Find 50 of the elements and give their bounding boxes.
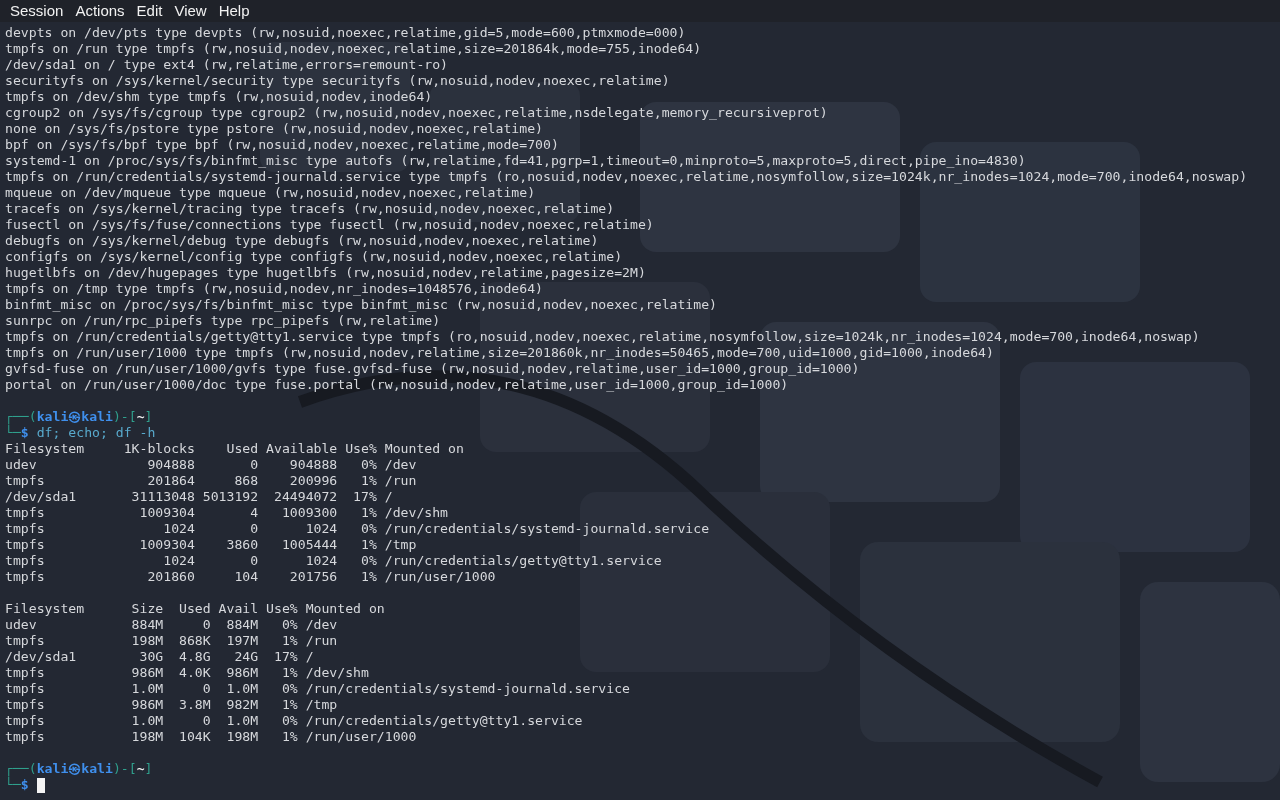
output-line: tmpfs 198M 868K 197M 1% /run	[5, 633, 338, 648]
prompt-line: ┌──(kali㉿kali)-[~]	[5, 761, 153, 777]
output-line: /dev/sda1 31113048 5013192 24494072 17% /	[5, 489, 393, 504]
output-line: gvfsd-fuse on /run/user/1000/gvfs type fuse.gvfsd-fuse (rw,nosuid,nodev,relatime,user_id=1000,group_id=1000)	[5, 361, 860, 376]
output-line: tmpfs 1009304 4 1009300 1% /dev/shm	[5, 505, 449, 520]
output-line: tmpfs 201864 868 200996 1% /run	[5, 473, 417, 488]
output-line: bpf on /sys/fs/bpf type bpf (rw,nosuid,nodev,noexec,relatime,mode=700)	[5, 137, 559, 152]
output-line: tmpfs on /dev/shm type tmpfs (rw,nosuid,nodev,inode64)	[5, 89, 433, 104]
output-line: debugfs on /sys/kernel/debug type debugfs (rw,nosuid,nodev,noexec,relatime)	[5, 233, 599, 248]
output-line: none on /sys/fs/pstore type pstore (rw,nosuid,nodev,noexec,relatime)	[5, 121, 543, 136]
output-line: Filesystem Size Used Avail Use% Mounted on	[5, 601, 385, 616]
output-line: sunrpc on /run/rpc_pipefs type rpc_pipefs (rw,relatime)	[5, 313, 441, 328]
command-line: └─$	[5, 777, 29, 793]
output-line: tmpfs on /run/user/1000 type tmpfs (rw,nosuid,nodev,relatime,size=201860k,nr_inodes=50465,mode=700,uid=1000,gid=1000,inode64)	[5, 345, 994, 360]
menu-item[interactable]: Actions	[69, 0, 131, 22]
output-line: binfmt_misc on /proc/sys/fs/binfmt_misc type binfmt_misc (rw,nosuid,nodev,noexec,relatime)	[5, 297, 718, 312]
output-line: tmpfs on /run/credentials/getty@tty1.service type tmpfs (ro,nosuid,nodev,noexec,relatime,nosymfollow,size=1024k,nr_inodes=1024,mode=700,inode64,noswap)	[5, 329, 1200, 344]
command-line: └─$ df; echo; df -h	[5, 425, 156, 441]
output-line: fusectl on /sys/fs/fuse/connections type fusectl (rw,nosuid,nodev,noexec,relatime)	[5, 217, 654, 232]
output-line: tmpfs 1.0M 0 1.0M 0% /run/credentials/systemd-journald.service	[5, 681, 630, 696]
output-line: tracefs on /sys/kernel/tracing type tracefs (rw,nosuid,nodev,noexec,relatime)	[5, 201, 615, 216]
menu-item[interactable]: Help	[212, 0, 256, 22]
menu-item[interactable]: Edit	[130, 0, 169, 22]
output-line: tmpfs 986M 3.8M 982M 1% /tmp	[5, 697, 338, 712]
output-line: cgroup2 on /sys/fs/cgroup type cgroup2 (rw,nosuid,nodev,noexec,relatime,nsdelegate,memory_recursiveprot)	[5, 105, 828, 120]
output-line: tmpfs 1009304 3860 1005444 1% /tmp	[5, 537, 417, 552]
output-line: hugetlbfs on /dev/hugepages type hugetlbfs (rw,nosuid,nodev,relatime,pagesize=2M)	[5, 265, 646, 280]
prompt-line: ┌──(kali㉿kali)-[~]	[5, 409, 153, 425]
output-line: tmpfs 1.0M 0 1.0M 0% /run/credentials/getty@tty1.service	[5, 713, 583, 728]
output-line: /dev/sda1 on / type ext4 (rw,relatime,errors=remount-ro)	[5, 57, 449, 72]
menu-item[interactable]: Session	[4, 0, 70, 22]
output-line: devpts on /dev/pts type devpts (rw,nosuid,noexec,relatime,gid=5,mode=600,ptmxmode=000)	[5, 25, 686, 40]
output-line: mqueue on /dev/mqueue type mqueue (rw,nosuid,nodev,noexec,relatime)	[5, 185, 536, 200]
output-line: /dev/sda1 30G 4.8G 24G 17% /	[5, 649, 314, 664]
output-line: securityfs on /sys/kernel/security type securityfs (rw,nosuid,nodev,noexec,relatime)	[5, 73, 670, 88]
output-line: tmpfs on /tmp type tmpfs (rw,nosuid,nodev,nr_inodes=1048576,inode64)	[5, 281, 543, 296]
output-line: tmpfs on /run/credentials/systemd-journald.service type tmpfs (ro,nosuid,nodev,noexec,relatime,nosymfollow,size=1024k,nr_inodes=1024,mode=700,inode64,noswap)	[5, 169, 1248, 184]
output-line: systemd-1 on /proc/sys/fs/binfmt_misc type autofs (rw,relatime,fd=41,pgrp=1,timeout=0,minproto=5,maxproto=5,direct,pipe_ino=4830)	[5, 153, 1026, 168]
output-line: tmpfs on /run type tmpfs (rw,nosuid,nodev,noexec,relatime,size=201864k,mode=755,inode64)	[5, 41, 702, 56]
output-line: Filesystem 1K-blocks Used Available Use% Mounted on	[5, 441, 464, 456]
output-line: tmpfs 1024 0 1024 0% /run/credentials/systemd-journald.service	[5, 521, 710, 536]
output-line: tmpfs 1024 0 1024 0% /run/credentials/getty@tty1.service	[5, 553, 662, 568]
output-line: udev 904888 0 904888 0% /dev	[5, 457, 417, 472]
output-line: tmpfs 986M 4.0K 986M 1% /dev/shm	[5, 665, 369, 680]
output-line: udev 884M 0 884M 0% /dev	[5, 617, 338, 632]
output-line: portal on /run/user/1000/doc type fuse.portal (rw,nosuid,nodev,relatime,user_id=1000,group_id=1000)	[5, 377, 789, 392]
menu-item[interactable]: View	[168, 0, 213, 22]
output-line: tmpfs 201860 104 201756 1% /run/user/1000	[5, 569, 496, 584]
output-line: tmpfs 198M 104K 198M 1% /run/user/1000	[5, 729, 417, 744]
output-line: configfs on /sys/kernel/config type configfs (rw,nosuid,nodev,noexec,relatime)	[5, 249, 623, 264]
